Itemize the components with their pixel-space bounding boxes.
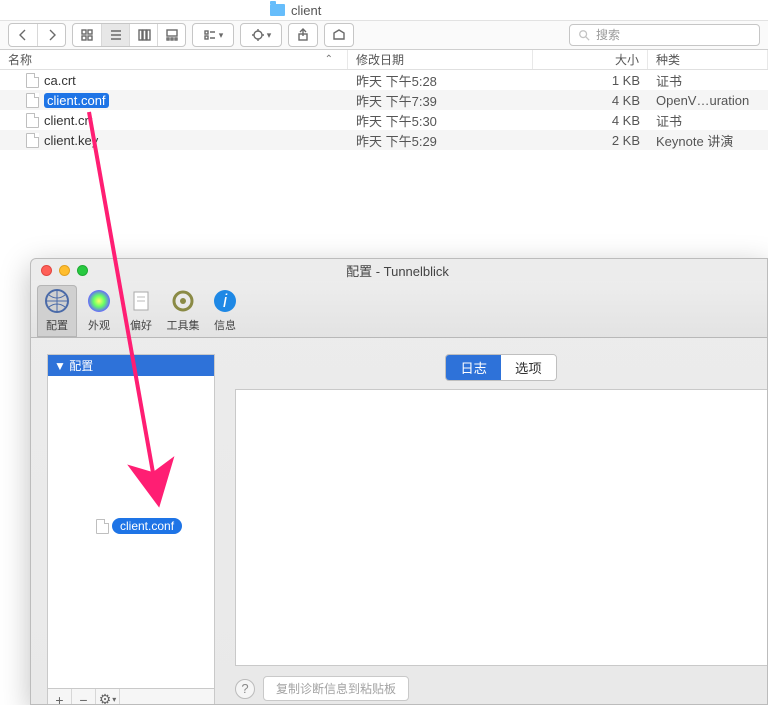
config-sidebar: ▼ 配置 client.conf + − ⚙▾ <box>47 354 215 705</box>
file-icon <box>26 73 39 88</box>
file-name: client.conf <box>44 93 109 108</box>
tab-label: 工具集 <box>163 317 203 333</box>
arrange-group: ▾ <box>192 23 234 47</box>
appear-icon <box>85 287 113 315</box>
finder-title: client <box>291 3 321 18</box>
file-icon <box>96 519 109 534</box>
copy-diagnostics-button[interactable]: 复制诊断信息到粘贴板 <box>263 676 409 701</box>
column-size[interactable]: 大小 <box>533 50 648 69</box>
tunnelblick-title: 配置 - Tunnelblick <box>88 261 707 280</box>
file-size: 1 KB <box>533 73 648 88</box>
sidebar-body[interactable]: client.conf <box>48 376 214 688</box>
dragged-file[interactable]: client.conf <box>96 518 182 534</box>
file-name: client.key <box>44 133 98 148</box>
view-icons-button[interactable] <box>73 24 101 46</box>
share-button[interactable] <box>289 24 317 46</box>
column-date[interactable]: 修改日期 <box>348 50 533 69</box>
file-row[interactable]: ca.crt 昨天 下午5:281 KB证书 <box>0 70 768 90</box>
tab-label: 偏好 <box>121 317 161 333</box>
sidebar-footer: + − ⚙▾ <box>48 688 214 705</box>
file-date: 昨天 下午5:29 <box>348 131 533 150</box>
toolbar-tab-config[interactable]: 配置 <box>37 285 77 337</box>
search-field[interactable] <box>569 24 760 46</box>
search-input[interactable] <box>596 28 751 42</box>
file-size: 2 KB <box>533 133 648 148</box>
segment-control: 日志 选项 <box>445 354 556 381</box>
minimize-button[interactable] <box>59 265 70 276</box>
finder-file-list: ca.crt昨天 下午5:281 KB证书client.conf昨天 下午7:3… <box>0 70 768 150</box>
footer-row: ? 复制诊断信息到粘贴板 <box>235 666 767 705</box>
zoom-button[interactable] <box>77 265 88 276</box>
file-name: ca.crt <box>44 73 76 88</box>
tags-button[interactable] <box>325 24 353 46</box>
file-kind: OpenV…uration <box>648 93 768 108</box>
column-kind[interactable]: 种类 <box>648 50 768 69</box>
sidebar-heading[interactable]: ▼ 配置 <box>48 355 214 376</box>
file-row[interactable]: client.key 昨天 下午5:292 KBKeynote 讲演 <box>0 130 768 150</box>
help-button[interactable]: ? <box>235 679 255 699</box>
main-panel: 日志 选项 ? 复制诊断信息到粘贴板 <box>235 354 767 705</box>
action-group: ▾ <box>240 23 282 47</box>
file-name: client.crt <box>44 113 92 128</box>
tags-group <box>324 23 354 47</box>
finder-toolbar: ▾ ▾ <box>0 20 768 50</box>
back-button[interactable] <box>9 24 37 46</box>
file-kind: Keynote 讲演 <box>648 131 768 150</box>
view-list-button[interactable] <box>101 24 129 46</box>
toolbar-tab-info[interactable]: i 信息 <box>205 285 245 337</box>
toolbar-tab-appear[interactable]: 外观 <box>79 285 119 337</box>
log-textarea[interactable] <box>235 389 767 666</box>
remove-config-button[interactable]: − <box>72 689 96 705</box>
tab-label: 配置 <box>37 317 77 333</box>
finder-titlebar: client <box>0 0 768 20</box>
tunnelblick-toolbar: 配置外观偏好工具集 i 信息 <box>31 281 767 338</box>
tunnelblick-body: ▼ 配置 client.conf + − ⚙▾ 日志 选项 ? 复制诊断信息 <box>31 338 767 705</box>
config-icon <box>43 287 71 315</box>
file-row[interactable]: client.conf 昨天 下午7:394 KBOpenV…uration <box>0 90 768 110</box>
traffic-lights <box>31 265 88 276</box>
tools-icon <box>169 287 197 315</box>
close-button[interactable] <box>41 265 52 276</box>
file-icon <box>26 113 39 128</box>
finder-window: client ▾ ▾ 名称⌃ 修改日期 大小 <box>0 0 768 150</box>
tab-label: 外观 <box>79 317 119 333</box>
add-config-button[interactable]: + <box>48 689 72 705</box>
file-date: 昨天 下午5:30 <box>348 111 533 130</box>
dragged-file-name: client.conf <box>112 518 182 534</box>
segment-log[interactable]: 日志 <box>446 355 501 380</box>
segment-options[interactable]: 选项 <box>501 355 556 380</box>
info-icon: i <box>211 287 239 315</box>
file-size: 4 KB <box>533 93 648 108</box>
forward-button[interactable] <box>37 24 65 46</box>
file-kind: 证书 <box>648 71 768 90</box>
share-group <box>288 23 318 47</box>
file-size: 4 KB <box>533 113 648 128</box>
sort-caret-icon: ⌃ <box>325 54 333 65</box>
action-button[interactable]: ▾ <box>241 24 281 46</box>
arrange-button[interactable]: ▾ <box>193 24 233 46</box>
search-icon <box>578 29 590 41</box>
file-row[interactable]: client.crt 昨天 下午5:304 KB证书 <box>0 110 768 130</box>
config-gear-button[interactable]: ⚙▾ <box>96 689 120 705</box>
toolbar-tab-prefer[interactable]: 偏好 <box>121 285 161 337</box>
folder-icon <box>270 4 285 16</box>
viewmode-group <box>72 23 186 47</box>
finder-column-header: 名称⌃ 修改日期 大小 种类 <box>0 50 768 70</box>
view-gallery-button[interactable] <box>157 24 185 46</box>
view-columns-button[interactable] <box>129 24 157 46</box>
nav-group <box>8 23 66 47</box>
file-icon <box>26 93 39 108</box>
toolbar-tab-tools[interactable]: 工具集 <box>163 285 203 337</box>
file-date: 昨天 下午7:39 <box>348 91 533 110</box>
column-name[interactable]: 名称⌃ <box>0 50 348 69</box>
tunnelblick-titlebar: 配置 - Tunnelblick <box>31 259 767 281</box>
file-date: 昨天 下午5:28 <box>348 71 533 90</box>
tunnelblick-window: 配置 - Tunnelblick 配置外观偏好工具集 i 信息 ▼ 配置 clien… <box>30 258 768 705</box>
file-kind: 证书 <box>648 111 768 130</box>
prefer-icon <box>127 287 155 315</box>
tab-label: 信息 <box>205 317 245 333</box>
file-icon <box>26 133 39 148</box>
